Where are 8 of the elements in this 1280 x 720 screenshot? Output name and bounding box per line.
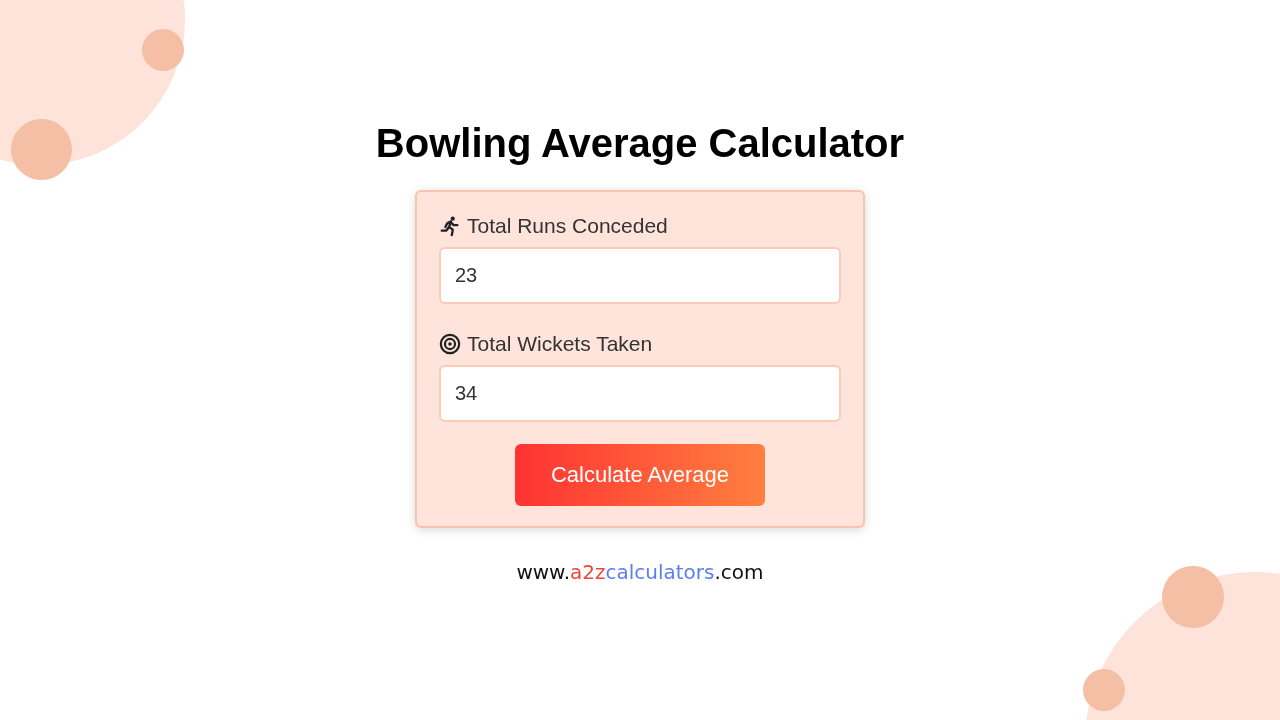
website-url: www.a2zcalculators.com	[516, 560, 764, 584]
runner-icon	[439, 215, 461, 237]
target-icon	[439, 333, 461, 355]
input-field[interactable]: 34	[439, 365, 841, 422]
page-title: Bowling Average Calculator	[375, 120, 905, 167]
input-field[interactable]: 23	[439, 247, 841, 304]
field-label: Total Wickets Taken	[467, 332, 653, 356]
field-label: Total Runs Conceded	[467, 214, 668, 238]
